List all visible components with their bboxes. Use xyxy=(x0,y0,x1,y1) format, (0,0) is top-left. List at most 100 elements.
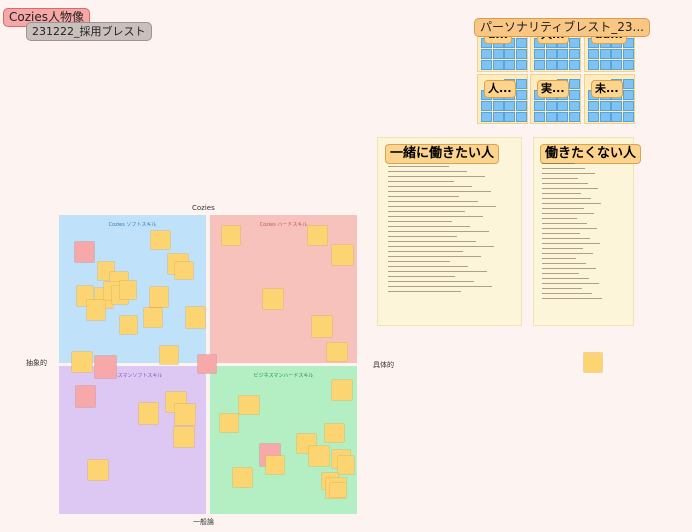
mini-note xyxy=(492,101,504,111)
list-line xyxy=(542,273,579,274)
mini-note xyxy=(515,60,527,70)
want-title[interactable]: 一緒に働きたい人 xyxy=(385,144,500,164)
list-line xyxy=(542,238,590,239)
mini-note xyxy=(481,112,492,122)
persona-mini-frame[interactable]: 人... xyxy=(477,74,528,124)
sticky-note[interactable] xyxy=(332,380,352,400)
sticky-note[interactable] xyxy=(144,308,162,327)
sticky-note[interactable] xyxy=(198,355,216,373)
mini-note xyxy=(515,49,527,59)
not-want-panel[interactable]: 働きたくない人 xyxy=(533,137,642,326)
list-line xyxy=(542,268,596,269)
mini-note xyxy=(611,101,622,111)
sticky-note[interactable] xyxy=(327,343,347,361)
sticky-note[interactable] xyxy=(150,287,168,307)
mini-note xyxy=(599,49,611,59)
mini-note xyxy=(622,49,634,59)
list-line xyxy=(542,163,575,164)
sticky-note[interactable] xyxy=(266,456,284,474)
sticky-note[interactable] xyxy=(139,403,158,424)
list-line xyxy=(388,266,469,267)
sticky-note[interactable] xyxy=(175,404,195,425)
list-line xyxy=(542,253,593,254)
list-line xyxy=(388,286,493,287)
list-line xyxy=(388,186,473,187)
mini-note xyxy=(515,79,527,89)
sticky-note[interactable] xyxy=(584,353,602,372)
sticky-note[interactable] xyxy=(174,427,194,447)
mini-note xyxy=(588,101,599,111)
mini-note xyxy=(611,49,622,59)
mini-note xyxy=(534,101,545,111)
sticky-note[interactable] xyxy=(338,456,354,474)
sticky-note[interactable] xyxy=(175,262,193,279)
list-line xyxy=(542,283,599,284)
sticky-note[interactable] xyxy=(120,316,137,334)
sticky-note[interactable] xyxy=(330,483,346,497)
list-line xyxy=(388,246,495,247)
sticky-note[interactable] xyxy=(220,414,238,432)
list-line xyxy=(542,178,578,179)
sticky-note[interactable] xyxy=(95,356,116,378)
list-line xyxy=(542,188,598,189)
sticky-note[interactable] xyxy=(222,226,240,245)
sticky-note[interactable] xyxy=(332,245,353,265)
mini-note xyxy=(515,90,527,100)
persona-frame-tag[interactable]: パーソナリティブレスト_23... xyxy=(474,18,650,37)
list-line xyxy=(388,261,450,262)
list-line xyxy=(388,281,474,282)
sticky-note[interactable] xyxy=(325,424,344,442)
mini-note xyxy=(481,49,492,59)
sticky-note[interactable] xyxy=(263,289,283,309)
sticky-note[interactable] xyxy=(160,346,178,364)
list-line xyxy=(542,198,591,199)
sticky-note[interactable] xyxy=(76,386,95,407)
mini-note xyxy=(557,101,568,111)
persona-mini-frame[interactable]: 未... xyxy=(584,74,635,124)
persona-mini-label[interactable]: 未... xyxy=(591,80,623,98)
list-line xyxy=(388,191,491,192)
sticky-note[interactable] xyxy=(233,468,252,487)
list-line xyxy=(388,201,478,202)
want-panel[interactable]: 一緒に働きたい人 xyxy=(377,137,522,326)
sticky-note[interactable] xyxy=(88,460,108,480)
mini-note xyxy=(599,112,611,122)
board-subtitle-tag[interactable]: 231222_採用ブレスト xyxy=(26,22,152,41)
mini-note xyxy=(515,101,527,111)
mini-note xyxy=(599,101,611,111)
mini-note xyxy=(504,101,515,111)
mini-note xyxy=(611,60,622,70)
list-line xyxy=(388,196,460,197)
list-line xyxy=(388,256,482,257)
list-line xyxy=(388,216,484,217)
persona-mini-label[interactable]: 実... xyxy=(537,80,569,98)
mini-note xyxy=(588,49,599,59)
sticky-note[interactable] xyxy=(308,226,327,245)
list-line xyxy=(388,241,476,242)
sticky-note[interactable] xyxy=(87,300,105,320)
list-line xyxy=(388,211,465,212)
sticky-note[interactable] xyxy=(186,307,205,328)
sticky-note[interactable] xyxy=(72,352,92,372)
mini-note xyxy=(568,79,580,89)
not-want-title[interactable]: 働きたくない人 xyxy=(540,144,642,164)
list-line xyxy=(542,193,581,194)
sticky-note[interactable] xyxy=(151,231,170,249)
persona-mini-label[interactable]: 人... xyxy=(484,80,516,98)
axis-label-right: 具体的 xyxy=(373,361,394,369)
sticky-note[interactable] xyxy=(120,281,136,299)
mini-note xyxy=(588,112,599,122)
mini-note xyxy=(568,90,580,100)
mini-note xyxy=(492,60,504,70)
mini-note xyxy=(557,112,568,122)
sticky-note[interactable] xyxy=(239,396,259,414)
mini-note xyxy=(545,49,557,59)
mini-note xyxy=(515,38,527,48)
list-line xyxy=(542,223,587,224)
list-line xyxy=(388,181,454,182)
sticky-note[interactable] xyxy=(312,316,332,337)
persona-mini-frame[interactable]: 実... xyxy=(530,74,581,124)
list-line xyxy=(542,243,600,244)
sticky-note[interactable] xyxy=(75,242,94,262)
sticky-note[interactable] xyxy=(309,446,329,466)
